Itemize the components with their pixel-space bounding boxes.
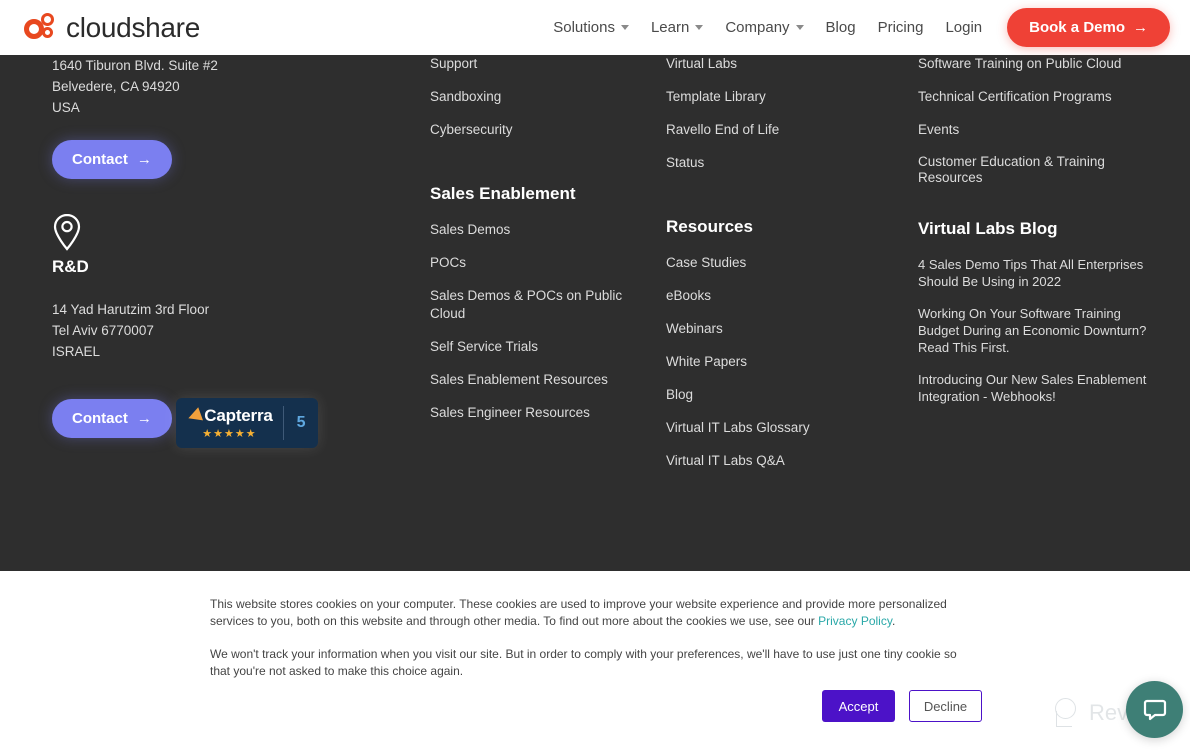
- contact-label: Contact: [72, 410, 128, 427]
- nav-label: Learn: [650, 19, 690, 36]
- rnd-office-title: R&D: [52, 257, 89, 276]
- arrow-right-icon: →: [1133, 19, 1148, 36]
- footer-link-software-training-public-cloud[interactable]: Software Training on Public Cloud: [918, 55, 1158, 73]
- hq-address-line-3: USA: [52, 100, 80, 115]
- chevron-down-icon: [695, 25, 704, 30]
- footer-link-cybersecurity[interactable]: Cybersecurity: [430, 121, 660, 139]
- book-a-demo-label: Book a Demo: [1029, 19, 1125, 36]
- footer-link-white-papers[interactable]: White Papers: [666, 353, 901, 371]
- nav-item-learn[interactable]: Learn: [640, 13, 714, 42]
- footer-link-sales-demos-pocs-public-cloud[interactable]: Sales Demos & POCs on Public Cloud: [430, 287, 660, 323]
- page-root: cloudshare Solutions Learn Company Blog …: [0, 0, 1190, 753]
- accept-button[interactable]: Accept: [822, 690, 895, 722]
- main-nav: Solutions Learn Company Blog Pricing Log…: [542, 8, 1190, 47]
- footer-heading-sales-enablement: Sales Enablement: [430, 184, 576, 203]
- footer-column-3: Virtual Labs Template Library Ravello En…: [666, 55, 901, 485]
- capterra-stars-icon: ★★★★★: [202, 428, 257, 440]
- footer-link-sales-demos[interactable]: Sales Demos: [430, 221, 660, 239]
- cookie-text-after-link: .: [891, 614, 896, 628]
- hq-contact-button[interactable]: Contact →: [52, 140, 172, 179]
- footer-link-template-library[interactable]: Template Library: [666, 88, 901, 106]
- nav-item-blog[interactable]: Blog: [815, 13, 867, 42]
- book-a-demo-button[interactable]: Book a Demo →: [1007, 8, 1170, 47]
- chevron-down-icon: [795, 25, 804, 30]
- chevron-down-icon: [620, 25, 629, 30]
- site-footer: 1640 Tiburon Blvd. Suite #2 Belvedere, C…: [0, 55, 1190, 571]
- footer-link-sales-engineer-resources[interactable]: Sales Engineer Resources: [430, 404, 660, 422]
- footer-link-case-studies[interactable]: Case Studies: [666, 254, 901, 272]
- footer-link-virtual-labs[interactable]: Virtual Labs: [666, 55, 901, 73]
- footer-column-offices: 1640 Tiburon Blvd. Suite #2 Belvedere, C…: [52, 55, 392, 448]
- arrow-right-icon: →: [136, 151, 152, 168]
- cookie-paragraph-2: We won't track your information when you…: [210, 647, 957, 678]
- footer-link-webinars[interactable]: Webinars: [666, 320, 901, 338]
- nav-label: Solutions: [553, 19, 615, 36]
- footer-link-support[interactable]: Support: [430, 55, 660, 73]
- rnd-address-line-2: Tel Aviv 6770007: [52, 323, 154, 338]
- brand-logo[interactable]: cloudshare: [24, 12, 200, 44]
- decline-button[interactable]: Decline: [909, 690, 982, 722]
- footer-link-status[interactable]: Status: [666, 154, 901, 172]
- footer-link-self-service-trials[interactable]: Self Service Trials: [430, 338, 660, 356]
- chat-widget-button[interactable]: [1126, 681, 1183, 738]
- rnd-contact-button[interactable]: Contact →: [52, 399, 172, 438]
- brand-name: cloudshare: [66, 11, 200, 43]
- footer-link-events[interactable]: Events: [918, 121, 1158, 139]
- nav-item-pricing[interactable]: Pricing: [867, 13, 935, 42]
- hq-address-line-1: 1640 Tiburon Blvd. Suite #2: [52, 58, 218, 73]
- footer-link-virtual-it-labs-qa[interactable]: Virtual IT Labs Q&A: [666, 452, 901, 470]
- nav-item-company[interactable]: Company: [714, 13, 814, 42]
- chat-bubble-icon: [1143, 699, 1166, 720]
- cookie-actions: Accept Decline: [822, 690, 982, 722]
- footer-link-technical-certification-programs[interactable]: Technical Certification Programs: [918, 88, 1158, 106]
- nav-label: Company: [725, 19, 790, 36]
- cookie-consent-banner: This website stores cookies on your comp…: [0, 571, 1190, 753]
- blog-post-link[interactable]: 4 Sales Demo Tips That All Enterprises S…: [918, 256, 1158, 290]
- nav-item-login[interactable]: Login: [934, 13, 993, 42]
- privacy-policy-link[interactable]: Privacy Policy: [818, 614, 892, 628]
- arrow-right-icon: →: [136, 410, 152, 427]
- capterra-arrow-icon: [186, 407, 204, 425]
- footer-link-pocs[interactable]: POCs: [430, 254, 660, 272]
- contact-label: Contact: [72, 151, 128, 168]
- capterra-brand-label: Capterra: [204, 406, 273, 425]
- hq-address-line-2: Belvedere, CA 94920: [52, 79, 180, 94]
- footer-link-sandboxing[interactable]: Sandboxing: [430, 88, 660, 106]
- footer-column-4: Software Training on Public Cloud Techni…: [918, 55, 1158, 420]
- nav-item-solutions[interactable]: Solutions: [542, 13, 640, 42]
- footer-column-2: Support Sandboxing Cybersecurity Sales E…: [430, 55, 660, 437]
- footer-link-customer-education-training-resources[interactable]: Customer Education & Training Resources: [918, 154, 1158, 186]
- footer-link-blog[interactable]: Blog: [666, 386, 901, 404]
- footer-link-ravello-end-of-life[interactable]: Ravello End of Life: [666, 121, 901, 139]
- footer-heading-virtual-labs-blog: Virtual Labs Blog: [918, 219, 1058, 238]
- capterra-score: 5: [296, 414, 306, 431]
- footer-link-ebooks[interactable]: eBooks: [666, 287, 901, 305]
- footer-link-sales-enablement-resources[interactable]: Sales Enablement Resources: [430, 371, 660, 389]
- location-pin-icon: [52, 213, 82, 251]
- blog-post-link[interactable]: Introducing Our New Sales Enablement Int…: [918, 371, 1158, 405]
- cookie-paragraph-1: This website stores cookies on your comp…: [210, 596, 975, 630]
- footer-heading-resources: Resources: [666, 217, 753, 236]
- cloudshare-circles-logo-icon: [24, 12, 58, 43]
- blog-post-link[interactable]: Working On Your Software Training Budget…: [918, 305, 1158, 356]
- footer-link-virtual-it-labs-glossary[interactable]: Virtual IT Labs Glossary: [666, 419, 901, 437]
- rnd-address-line-1: 14 Yad Harutzim 3rd Floor: [52, 302, 210, 317]
- site-header: cloudshare Solutions Learn Company Blog …: [0, 0, 1190, 55]
- rnd-address-line-3: ISRAEL: [52, 344, 101, 359]
- capterra-rating-badge[interactable]: Capterra ★★★★★ 5: [176, 398, 318, 448]
